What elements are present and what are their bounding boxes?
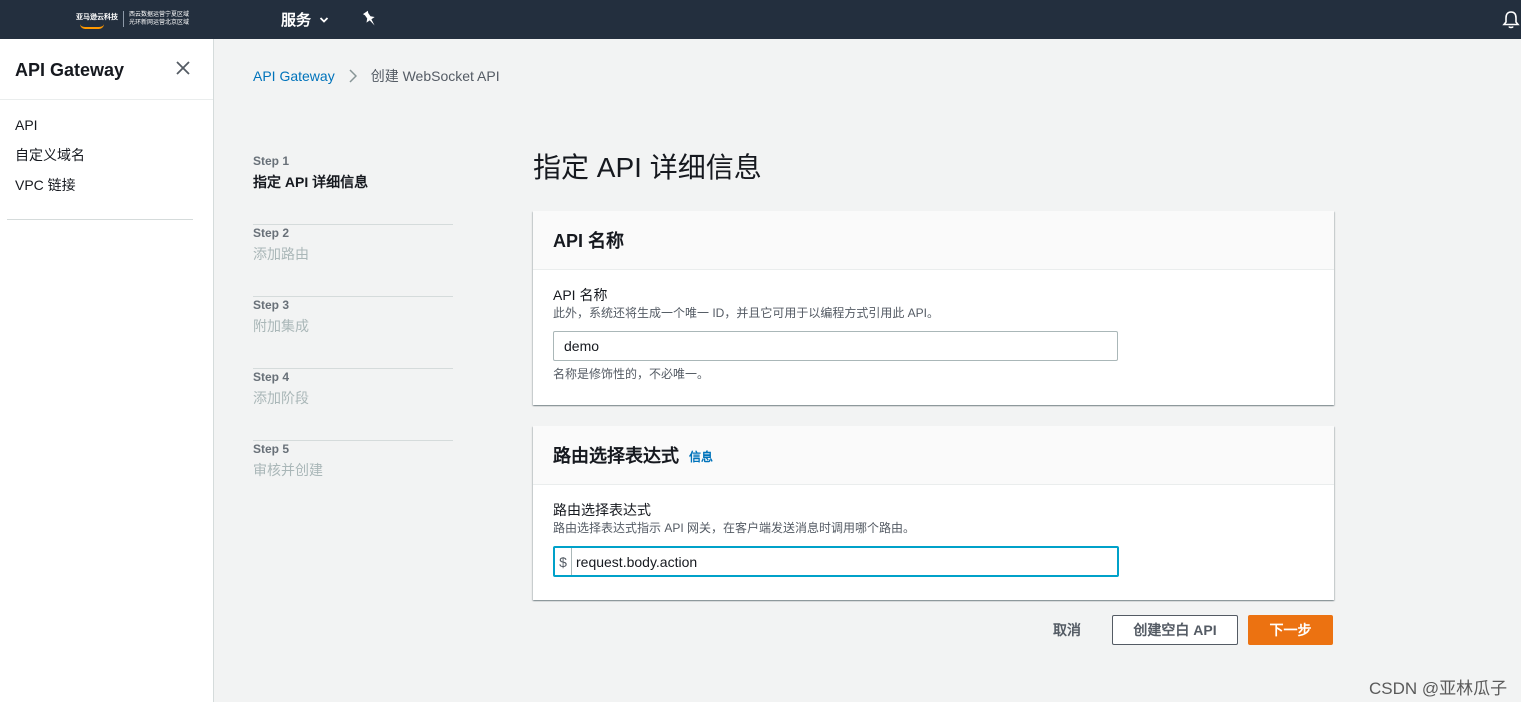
- panel-body: 路由选择表达式 路由选择表达式指示 API 网关，在客户端发送消息时调用哪个路由…: [533, 485, 1334, 577]
- wizard-step-5: Step 5 审核并创建: [253, 441, 453, 513]
- step-number: Step 4: [253, 370, 290, 384]
- wizard-step-3: Step 3 附加集成: [253, 297, 453, 369]
- cancel-button[interactable]: 取消: [1038, 615, 1096, 645]
- logo-region-line2: 光环新网运营北京区域: [129, 20, 190, 26]
- watermark: CSDN @亚林瓜子: [1369, 679, 1508, 698]
- sidebar-title[interactable]: API Gateway: [15, 60, 124, 81]
- sidebar-item-api[interactable]: API: [15, 115, 85, 145]
- close-icon[interactable]: [175, 60, 191, 76]
- step-label: 审核并创建: [253, 462, 323, 478]
- panel-body: API 名称 此外，系统还将生成一个唯一 ID，并且它可用于以编程方式引用此 A…: [533, 270, 1334, 382]
- step-label: 添加路由: [253, 246, 309, 262]
- panel-title: API 名称: [553, 231, 625, 251]
- chevron-down-icon: [319, 16, 329, 23]
- api-name-panel: API 名称 API 名称 此外，系统还将生成一个唯一 ID，并且它可用于以编程…: [533, 211, 1334, 405]
- route-expression-label: 路由选择表达式: [553, 502, 651, 518]
- wizard-steps: Step 1 指定 API 详细信息 Step 2 添加路由 Step 3 附加…: [253, 153, 453, 513]
- route-expression-field[interactable]: $: [553, 546, 1119, 577]
- sidebar-divider: [0, 99, 213, 100]
- services-menu-button[interactable]: 服务: [281, 9, 329, 30]
- logo-region-line1: 西云数据运营宁夏区域: [129, 12, 190, 18]
- wizard-step-1: Step 1 指定 API 详细信息: [253, 153, 453, 225]
- sidebar-nav: API 自定义域名 VPC 链接: [15, 115, 85, 205]
- route-expression-input[interactable]: [572, 548, 1117, 575]
- sidebar: API Gateway API 自定义域名 VPC 链接: [0, 39, 214, 702]
- logo-smile-icon: [80, 24, 104, 29]
- route-selection-panel: 路由选择表达式 信息 路由选择表达式 路由选择表达式指示 API 网关，在客户端…: [533, 426, 1334, 600]
- sidebar-item-vpc-link[interactable]: VPC 链接: [15, 175, 85, 205]
- chevron-right-icon: [349, 69, 357, 83]
- create-blank-api-button[interactable]: 创建空白 API: [1112, 615, 1238, 645]
- route-expression-description: 路由选择表达式指示 API 网关，在客户端发送消息时调用哪个路由。: [553, 521, 916, 535]
- step-label: 附加集成: [253, 318, 309, 334]
- panel-header: API 名称: [533, 211, 1334, 270]
- api-name-input[interactable]: [553, 331, 1118, 361]
- info-link[interactable]: 信息: [689, 448, 713, 465]
- step-number: Step 5: [253, 442, 290, 456]
- bell-icon[interactable]: [1502, 10, 1520, 29]
- step-number: Step 3: [253, 298, 290, 312]
- wizard-step-2: Step 2 添加路由: [253, 225, 453, 297]
- pin-icon[interactable]: [362, 10, 378, 28]
- logo-region-text: 西云数据运营宁夏区域 光环新网运营北京区域: [129, 11, 189, 27]
- api-name-label: API 名称: [553, 287, 608, 303]
- step-label: 指定 API 详细信息: [253, 174, 369, 190]
- aws-china-logo[interactable]: 亚马逊云科技 西云数据运营宁夏区域 光环新网运营北京区域: [76, 8, 189, 30]
- panel-header: 路由选择表达式 信息: [533, 426, 1334, 485]
- page-title: 指定 API 详细信息: [533, 152, 762, 183]
- dollar-prefix: $: [555, 548, 572, 575]
- step-number: Step 2: [253, 226, 290, 240]
- wizard-step-4: Step 4 添加阶段: [253, 369, 453, 441]
- api-name-constraint: 名称是修饰性的，不必唯一。: [553, 367, 710, 381]
- breadcrumb-current: 创建 WebSocket API: [370, 68, 500, 84]
- top-navigation-bar: 亚马逊云科技 西云数据运营宁夏区域 光环新网运营北京区域 服务: [0, 0, 1521, 39]
- step-number: Step 1: [253, 154, 290, 168]
- panel-title: 路由选择表达式: [553, 446, 679, 466]
- api-name-description: 此外，系统还将生成一个唯一 ID，并且它可用于以编程方式引用此 API。: [553, 306, 940, 320]
- breadcrumb: API Gateway 创建 WebSocket API: [253, 66, 500, 86]
- next-button[interactable]: 下一步: [1248, 615, 1333, 645]
- step-label: 添加阶段: [253, 390, 309, 406]
- sidebar-item-custom-domain[interactable]: 自定义域名: [15, 145, 85, 175]
- services-label: 服务: [281, 12, 312, 29]
- logo-separator: [123, 11, 124, 27]
- breadcrumb-api-gateway-link[interactable]: API Gateway: [253, 68, 335, 84]
- sidebar-divider: [7, 219, 193, 220]
